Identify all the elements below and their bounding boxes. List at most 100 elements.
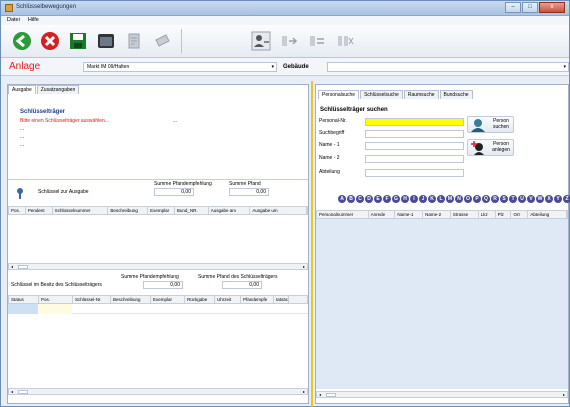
key-bundle-button[interactable]	[332, 29, 358, 53]
suchbegriff-input[interactable]	[365, 130, 464, 138]
person-grid-body[interactable]	[316, 219, 568, 389]
letter-b-button[interactable]: B	[347, 195, 355, 203]
col-header[interactable]: Ort	[511, 211, 529, 218]
letter-d-button[interactable]: D	[365, 195, 373, 203]
letter-e-button[interactable]: E	[374, 195, 382, 203]
letter-r-button[interactable]: R	[491, 195, 499, 203]
name2-input[interactable]	[365, 155, 464, 163]
col-header[interactable]: Ausgabe am	[209, 207, 251, 214]
letter-m-button[interactable]: M	[446, 195, 454, 203]
anlage-select[interactable]: Markt IM 09/Halten ▾	[83, 62, 277, 72]
letter-o-button[interactable]: O	[464, 195, 472, 203]
tab-personalsuche[interactable]: Personalsuche	[318, 90, 360, 99]
schluesseltraeger-hint[interactable]: Bitte einen Schlüsselträger auswählen...	[20, 118, 109, 124]
scroll-thumb[interactable]	[326, 393, 336, 397]
col-header[interactable]: Uhrzeit	[215, 296, 241, 303]
letter-f-button[interactable]: F	[383, 195, 391, 203]
col-header[interactable]: Personalnummer	[317, 211, 369, 218]
splitter[interactable]	[311, 81, 313, 407]
col-header[interactable]: Rückgabe	[185, 296, 215, 303]
key-return-button[interactable]	[304, 29, 330, 53]
window-view-button[interactable]	[93, 29, 119, 53]
letter-j-button[interactable]: J	[419, 195, 427, 203]
letter-z-button[interactable]: Z	[563, 195, 570, 203]
letter-g-button[interactable]: G	[392, 195, 400, 203]
col-header[interactable]: tatsäc	[274, 296, 289, 303]
gebaeude-select[interactable]: ▾	[327, 62, 569, 72]
letter-y-button[interactable]: Y	[554, 195, 562, 203]
col-header[interactable]: Plz	[496, 211, 512, 218]
scroll-thumb[interactable]	[18, 265, 28, 269]
save-button[interactable]	[65, 29, 91, 53]
ausgabe-scrollbar[interactable]: ◂ ▸	[8, 263, 308, 270]
scroll-right-icon[interactable]: ▸	[303, 389, 305, 394]
col-header[interactable]: Beschreibung	[111, 296, 151, 303]
menu-datei[interactable]: Datei	[7, 16, 20, 25]
letter-v-button[interactable]: V	[527, 195, 535, 203]
col-header[interactable]: Abteilung	[528, 211, 568, 218]
col-header[interactable]: Strasse	[451, 211, 479, 218]
besitz-scrollbar[interactable]: ◂ ▸	[8, 388, 308, 395]
letter-i-button[interactable]: I	[410, 195, 418, 203]
letter-s-button[interactable]: S	[500, 195, 508, 203]
letter-w-button[interactable]: W	[536, 195, 544, 203]
person-suchen-button[interactable]: Person suchen	[467, 116, 514, 133]
col-header[interactable]: Status	[9, 296, 39, 303]
letter-p-button[interactable]: P	[473, 195, 481, 203]
ausgabe-grid-header: Pos. Pendent Schlüsselnummer Beschreibun…	[8, 206, 308, 215]
cancel-button[interactable]	[37, 29, 63, 53]
personal-nr-input[interactable]	[365, 118, 464, 126]
col-header[interactable]: Exemplar	[148, 207, 175, 214]
col-header[interactable]: Beschreibung	[108, 207, 149, 214]
letter-a-button[interactable]: A	[338, 195, 346, 203]
menu-hilfe[interactable]: Hilfe	[28, 16, 39, 25]
col-header[interactable]: Exemplar	[151, 296, 185, 303]
col-header[interactable]: Anrede	[369, 211, 396, 218]
scroll-left-icon[interactable]: ◂	[11, 389, 13, 394]
person-key-button[interactable]	[248, 29, 274, 53]
letter-n-button[interactable]: N	[455, 195, 463, 203]
key-assign-button[interactable]	[276, 29, 302, 53]
col-header[interactable]: Pos.	[39, 296, 73, 303]
letter-q-button[interactable]: Q	[482, 195, 490, 203]
letter-t-button[interactable]: T	[509, 195, 517, 203]
print-preview-button[interactable]	[121, 29, 147, 53]
print-button[interactable]	[149, 29, 175, 53]
scroll-thumb[interactable]	[18, 390, 28, 394]
maximize-button[interactable]: □	[522, 2, 538, 13]
letter-x-button[interactable]: X	[545, 195, 553, 203]
scroll-right-icon[interactable]: ▸	[303, 264, 305, 269]
col-header[interactable]: Name-2	[423, 211, 451, 218]
scroll-right-icon[interactable]: ▸	[563, 392, 565, 397]
table-row[interactable]	[8, 304, 308, 314]
col-header[interactable]: Bund_NR.	[175, 207, 209, 214]
tab-raumsuche[interactable]: Raumsuche	[403, 90, 439, 99]
close-button[interactable]: x	[539, 2, 565, 13]
tab-bundsuche[interactable]: Bundsuche	[439, 90, 473, 99]
letter-k-button[interactable]: K	[428, 195, 436, 203]
col-header[interactable]: Schlüsselnummer	[53, 207, 109, 214]
letter-c-button[interactable]: C	[356, 195, 364, 203]
tab-ausgabe[interactable]: Ausgabe	[8, 85, 36, 94]
back-button[interactable]	[9, 29, 35, 53]
tab-zusatzangaben[interactable]: Zusatzangaben	[36, 85, 80, 94]
abteilung-input[interactable]	[365, 169, 464, 177]
col-header[interactable]: Ausgabe um	[250, 207, 308, 214]
scroll-left-icon[interactable]: ◂	[319, 392, 321, 397]
col-header[interactable]: Lkz	[479, 211, 496, 218]
letter-u-button[interactable]: U	[518, 195, 526, 203]
minimize-button[interactable]: –	[505, 2, 521, 13]
col-header[interactable]: Pendent	[26, 207, 53, 214]
person-scrollbar[interactable]: ◂ ▸	[316, 391, 568, 398]
person-anlegen-button[interactable]: Person anlegen	[467, 139, 514, 156]
name1-input[interactable]	[365, 142, 464, 150]
letter-h-button[interactable]: H	[401, 195, 409, 203]
scroll-left-icon[interactable]: ◂	[11, 264, 13, 269]
letter-l-button[interactable]: L	[437, 195, 445, 203]
ausgabe-grid-body[interactable]	[8, 215, 308, 263]
col-header[interactable]: Pos.	[9, 207, 26, 214]
col-header[interactable]: Name-1	[395, 211, 424, 218]
col-header[interactable]: Pfandempfe	[241, 296, 274, 303]
col-header[interactable]: Schlüssel-Nr.	[73, 296, 111, 303]
tab-schluesselsuche[interactable]: Schlüsselsuche	[360, 90, 403, 99]
